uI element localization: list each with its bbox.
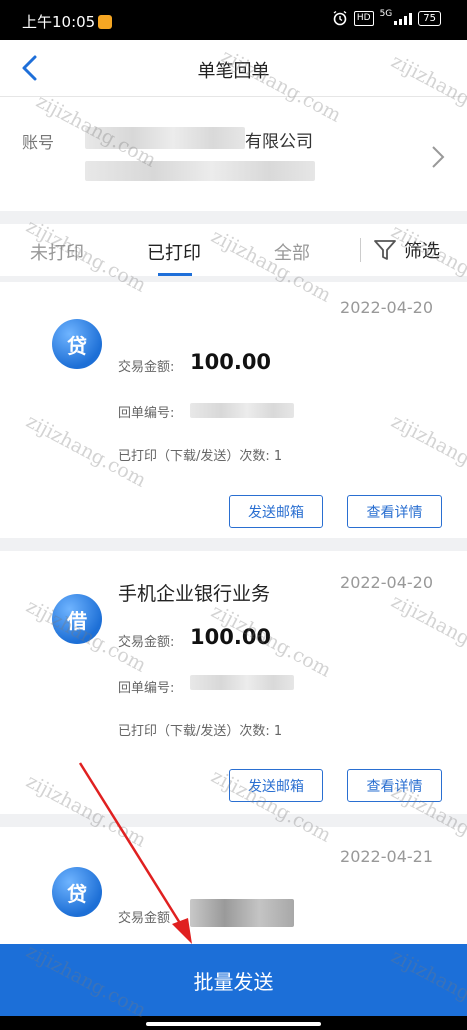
receipt-number-masked bbox=[190, 403, 294, 418]
account-name: 有限公司 bbox=[245, 132, 313, 152]
status-bar: 上午10:05 HD 5G 75 bbox=[0, 0, 467, 40]
amount-value: 100.00 bbox=[190, 625, 272, 649]
receipt-number-label: 回单编号: bbox=[118, 681, 175, 696]
credit-badge: 贷 bbox=[52, 867, 102, 917]
amount-label: 交易金额 bbox=[118, 911, 171, 926]
active-tab-indicator bbox=[158, 273, 192, 276]
account-label: 账号 bbox=[22, 133, 55, 152]
record-card[interactable]: 2022-04-20 贷 交易金额: 100.00 回单编号: 已打印（下载/发… bbox=[0, 282, 467, 538]
tab-bar: 未打印 已打印 全部 筛选 bbox=[0, 224, 467, 276]
filter-button[interactable]: 筛选 bbox=[372, 237, 440, 263]
view-details-button[interactable]: 查看详情 bbox=[347, 495, 442, 528]
account-number-masked bbox=[85, 127, 245, 149]
tab-all[interactable]: 全部 bbox=[274, 239, 310, 265]
view-details-button[interactable]: 查看详情 bbox=[347, 769, 442, 802]
battery-icon: 75 bbox=[418, 10, 441, 26]
receipt-number-label: 回单编号: bbox=[118, 406, 175, 421]
credit-badge: 贷 bbox=[52, 319, 102, 369]
business-name: 手机企业银行业务 bbox=[118, 583, 271, 605]
account-selector[interactable]: 账号 有限公司 bbox=[0, 96, 467, 211]
status-icons: HD 5G 75 bbox=[332, 9, 441, 26]
print-count-label: 已打印（下载/发送）次数: 1 bbox=[118, 724, 283, 739]
status-time: 上午10:05 bbox=[22, 11, 113, 32]
debit-badge: 借 bbox=[52, 594, 102, 644]
record-card[interactable]: 2022-04-21 贷 交易金额 bbox=[0, 827, 467, 944]
record-date: 2022-04-20 bbox=[340, 573, 433, 592]
record-card[interactable]: 2022-04-20 手机企业银行业务 借 交易金额: 100.00 回单编号:… bbox=[0, 551, 467, 814]
receipt-number-masked bbox=[190, 675, 294, 690]
hd-icon: HD bbox=[353, 10, 374, 26]
record-date: 2022-04-20 bbox=[340, 298, 433, 317]
nav-bar: 单笔回单 bbox=[0, 40, 467, 96]
notification-app-icon bbox=[98, 15, 113, 29]
alarm-icon bbox=[333, 10, 347, 26]
amount-label: 交易金额: bbox=[118, 360, 175, 375]
page-title: 单笔回单 bbox=[197, 61, 270, 82]
batch-send-button[interactable]: 批量发送 bbox=[0, 944, 467, 1016]
signal-icon bbox=[394, 12, 413, 25]
tab-unprinted[interactable]: 未打印 bbox=[30, 239, 84, 265]
filter-icon bbox=[374, 240, 396, 260]
send-email-button[interactable]: 发送邮箱 bbox=[229, 769, 323, 802]
chevron-right-icon bbox=[432, 146, 445, 168]
print-count-label: 已打印（下载/发送）次数: 1 bbox=[118, 449, 283, 464]
amount-label: 交易金额: bbox=[118, 635, 175, 650]
amount-masked bbox=[190, 899, 294, 927]
send-email-button[interactable]: 发送邮箱 bbox=[229, 495, 323, 528]
account-detail-masked bbox=[85, 161, 315, 181]
network-label: 5G bbox=[379, 9, 393, 19]
amount-value: 100.00 bbox=[190, 350, 272, 374]
tab-divider bbox=[360, 238, 361, 262]
record-date: 2022-04-21 bbox=[340, 847, 433, 866]
tab-printed[interactable]: 已打印 bbox=[147, 239, 201, 265]
home-indicator bbox=[0, 1016, 467, 1030]
filter-label: 筛选 bbox=[404, 241, 440, 262]
